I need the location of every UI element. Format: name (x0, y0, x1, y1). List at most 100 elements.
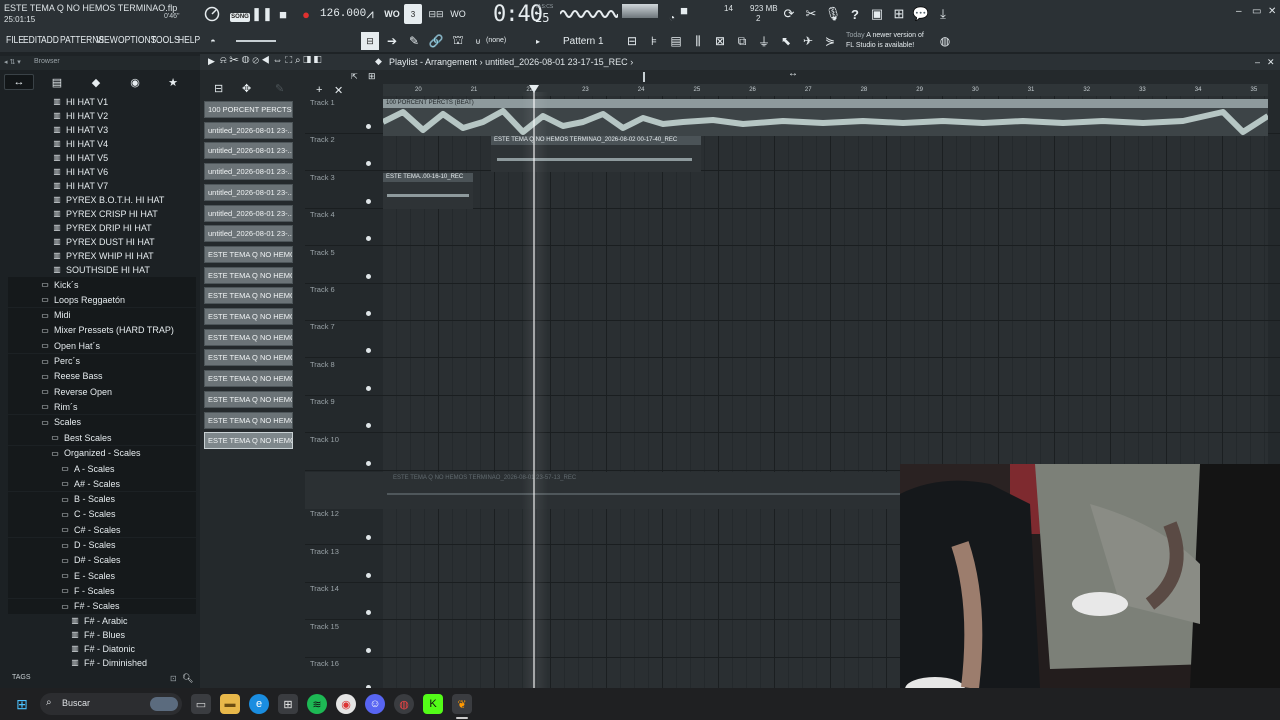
taskbar-search[interactable]: ⌕ Buscar (40, 693, 182, 715)
track-header-label[interactable]: Track 5 (310, 248, 335, 257)
browser-folder-item[interactable]: ▭ F# - Scales (60, 599, 119, 614)
draw-tool-icon[interactable]: ✎ (406, 33, 422, 49)
playlist-tool-icons[interactable]: ⍾ ✂ ◍ ⊘ ◀ ⇔ ⛶ ⌕ ◨ ◧ (220, 55, 321, 66)
picker-clip-item[interactable]: ESTE TEMA Q NO HEMOS T... (204, 308, 293, 325)
mixer-icon[interactable]: ⊧ (646, 33, 662, 49)
kick-icon[interactable]: K (423, 694, 443, 714)
browser-file-item[interactable]: ▥ PYREX DRIP HI HAT (52, 220, 151, 235)
tag-icon[interactable]: ⊡ (170, 674, 177, 683)
track-mute-dot[interactable] (366, 460, 371, 466)
picker-clip-item[interactable]: ESTE TEMA Q NO HEMOS T... (204, 266, 293, 284)
faders-icon[interactable]: ⫼ (690, 33, 706, 49)
browser-folder-item[interactable]: ▭ E - Scales (60, 568, 115, 583)
track-header-label[interactable]: Track 16 (310, 659, 339, 668)
track-mute-dot[interactable] (366, 273, 371, 279)
add-track-icon[interactable]: + (316, 84, 322, 96)
browser-folder-item[interactable]: ▭ Scales (40, 415, 81, 430)
loop-record-icon[interactable]: WO (450, 6, 466, 22)
picker-clip-item[interactable]: ESTE TEMA Q NO HEMOS T... (204, 349, 293, 367)
browser-file-item[interactable]: ▥ F# - Arabic (70, 613, 127, 628)
pause-icon[interactable]: ❚❚ (251, 6, 273, 22)
track-header-label[interactable]: Track 8 (310, 360, 335, 369)
browser-folder-item[interactable]: ▭ Mixer Pressets (HARD TRAP) (40, 323, 174, 338)
track-header-label[interactable]: Track 3 (310, 173, 335, 182)
picker-clip-item[interactable]: untitled_2026-08-01 23-... (204, 142, 293, 160)
browser-folder-item[interactable]: ▭ C# - Scales (60, 522, 120, 537)
store-icon[interactable]: ⊞ (278, 694, 298, 714)
menu-view[interactable]: VIEW (96, 35, 118, 46)
snap-icon[interactable]: ⊟ (361, 32, 379, 50)
picker-clip-item[interactable]: ESTE TEMA Q NO HEMOS T... (204, 287, 293, 305)
tempo-display[interactable]: 126.000 (320, 8, 366, 20)
track-mute-dot[interactable] (366, 348, 371, 354)
plugin-icon[interactable]: ⊠ (712, 33, 728, 49)
menu-add[interactable]: ADD (41, 35, 59, 46)
browser-file-item[interactable]: ▥ HI HAT V1 (52, 94, 108, 109)
track-header-label[interactable]: Track 12 (310, 509, 339, 518)
browser-folder-item[interactable]: ▭ Organized - Scales (50, 446, 140, 461)
wait-input-icon[interactable]: WO (384, 6, 400, 22)
track-header-label[interactable]: Track 13 (310, 547, 339, 556)
master-pitch-knob-icon[interactable]: ◓ (205, 33, 221, 49)
arrow-right-icon[interactable]: ➔ (384, 33, 400, 49)
track-mute-dot[interactable] (366, 572, 371, 578)
spotify-icon[interactable]: ≋ (307, 694, 327, 714)
magnet-icon[interactable]: ⊍ (470, 33, 486, 49)
plug-icon[interactable]: ⏚ (756, 33, 772, 49)
menu-tools[interactable]: TOOLS (151, 35, 180, 46)
playlist-menu-icon[interactable]: ◆ (375, 56, 382, 67)
obs-icon[interactable]: ◍ (394, 694, 414, 714)
browser-folder-item[interactable]: ▭ F - Scales (60, 583, 114, 598)
browser-file-item[interactable]: ▥ F# - Diminished (70, 655, 147, 670)
browser-file-item[interactable]: ▥ PYREX B.O.T.H. HI HAT (52, 192, 164, 207)
tab-favorites-icon[interactable]: ★ (158, 74, 188, 90)
edge-icon[interactable]: e (249, 694, 269, 714)
countdown-icon[interactable]: 3 (404, 4, 422, 24)
picker-clip-item[interactable]: ESTE TEMA Q NO HEMOS T... (204, 328, 293, 346)
channel-rack-icon[interactable]: ⊟ (624, 33, 640, 49)
browser-file-item[interactable]: ▥ HI HAT V3 (52, 122, 108, 137)
track-mute-dot[interactable] (366, 198, 371, 204)
tab-all-icon[interactable]: ↔ (4, 74, 34, 90)
browser-folder-item[interactable]: ▭ B - Scales (60, 492, 115, 507)
piano-roll-icon[interactable]: ▤ (668, 33, 684, 49)
picker-clip-item[interactable]: 100 PORCENT PERCTS... (204, 101, 293, 118)
picker-clip-item[interactable]: untitled_2026-08-01 23-... (204, 225, 293, 243)
picker-clip-item[interactable]: ESTE TEMA Q NO HEMOS T... (204, 245, 293, 263)
browser-folder-item[interactable]: ▭ Reverse Open (40, 384, 112, 399)
windows-start-icon[interactable]: ⊞ (12, 694, 32, 714)
picker-list-icon[interactable]: ⊟ (214, 82, 223, 95)
close-icon[interactable]: ✕ (1268, 6, 1276, 17)
playhead-marker[interactable] (529, 85, 539, 93)
menu-file[interactable]: FILE (6, 35, 24, 46)
playlist-close-icon[interactable]: ✕ (1267, 57, 1275, 68)
browser-folder-item[interactable]: ▭ Kick´s (40, 277, 78, 292)
download-icon[interactable]: ⤓ (935, 6, 951, 22)
track-header-label[interactable]: Track 14 (310, 584, 339, 593)
track-header-label[interactable]: Track 1 (310, 98, 335, 107)
track-mute-dot[interactable] (366, 610, 371, 616)
browser-file-item[interactable]: ▥ PYREX CRISP HI HAT (52, 206, 157, 221)
remove-track-icon[interactable]: ✕ (334, 84, 343, 97)
chrome-icon[interactable]: ◉ (336, 694, 356, 714)
help-icon[interactable]: ? (847, 6, 863, 22)
browser-folder-item[interactable]: ▭ C - Scales (60, 507, 115, 522)
picker-clip-item[interactable]: untitled_2026-08-01 23-... (204, 121, 293, 139)
browser-folder-item[interactable]: ▭ Midi (40, 308, 70, 323)
browser-folder-item[interactable]: ▭ Loops Reggaetón (40, 292, 125, 307)
menu-edit[interactable]: EDIT (23, 35, 42, 46)
snap-selector[interactable]: (none) (486, 37, 506, 44)
clip-track3[interactable]: ESTE TEMA..00-16-10_REC (383, 173, 473, 209)
cut-icon[interactable]: ✂ (803, 6, 819, 22)
stop-icon[interactable]: ■ (275, 6, 291, 22)
browser-file-item[interactable]: ▥ PYREX WHIP HI HAT (52, 248, 153, 263)
pattern-selector[interactable]: Pattern 1 (547, 33, 617, 49)
browser-folder-item[interactable]: ▭ Open Hat´s (40, 338, 100, 353)
metronome-dial-icon[interactable] (204, 6, 220, 22)
browser-file-item[interactable]: ▥ HI HAT V5 (52, 150, 108, 165)
track-header-label[interactable]: Track 9 (310, 397, 335, 406)
browser-folder-item[interactable]: ▭ Reese Bass (40, 369, 102, 384)
picker-move-icon[interactable]: ✥ (242, 82, 251, 95)
picker-clip-item[interactable]: ESTE TEMA Q NO HEMOS T... (204, 370, 293, 388)
browser-file-item[interactable]: ▥ HI HAT V6 (52, 164, 108, 179)
